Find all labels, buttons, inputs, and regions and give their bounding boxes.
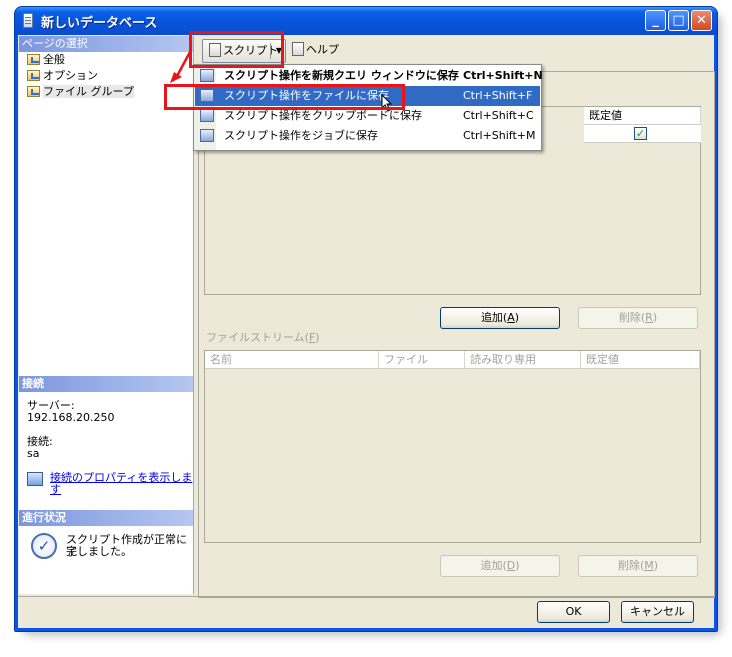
connection-properties-link[interactable]: 接続のプロパティを表示しま bbox=[50, 472, 192, 484]
page-item-options[interactable]: オプション bbox=[27, 68, 98, 83]
close-icon: ✕ bbox=[696, 13, 707, 28]
annotation-highlight-save-to-file bbox=[164, 84, 405, 110]
window-title: 新しいデータベース bbox=[41, 16, 158, 31]
add-filegroup-button[interactable]: 追加(A) bbox=[440, 307, 560, 329]
page-item-filegroups[interactable]: ファイル グループ bbox=[27, 84, 134, 99]
page-icon bbox=[27, 70, 40, 81]
query-window-icon bbox=[200, 69, 214, 82]
grid-header-default[interactable]: 既定値 bbox=[584, 107, 701, 125]
delete-filestream-button[interactable]: 削除(M) bbox=[578, 555, 698, 577]
help-button[interactable]: ヘルプ bbox=[286, 39, 345, 63]
connection-header: 接続 bbox=[19, 376, 193, 392]
add-filestream-button[interactable]: 追加(D) bbox=[440, 555, 560, 577]
menu-item-job[interactable]: スクリプト操作をジョブに保存 Ctrl+Shift+M bbox=[195, 126, 540, 146]
maximize-button[interactable]: □ bbox=[668, 10, 689, 31]
filestream-col-default[interactable]: 既定値 bbox=[581, 351, 700, 369]
job-icon bbox=[200, 129, 214, 142]
filestream-col-file[interactable]: ファイル bbox=[379, 351, 465, 369]
filestream-grid[interactable]: 名前 ファイル 読み取り専用 既定値 bbox=[204, 350, 701, 543]
title-bar[interactable]: 新しいデータベース _ □ ✕ bbox=[15, 7, 717, 35]
table-row[interactable]: ✓ bbox=[584, 125, 701, 143]
progress-message-2: 了しました。 bbox=[66, 545, 132, 558]
left-pane: ページの選択 全般 オプション ファイル グループ 接続 サーバー: 192.1… bbox=[19, 36, 194, 594]
cancel-button[interactable]: キャンセル bbox=[621, 601, 694, 623]
filestream-col-readonly[interactable]: 読み取り専用 bbox=[465, 351, 581, 369]
progress-header: 進行状況 bbox=[19, 510, 193, 526]
database-icon bbox=[23, 13, 33, 28]
clipboard-icon bbox=[200, 109, 214, 122]
footer-divider bbox=[18, 596, 714, 597]
close-button[interactable]: ✕ bbox=[691, 10, 712, 31]
page-icon bbox=[27, 54, 40, 65]
maximize-icon: □ bbox=[672, 13, 685, 28]
page-icon bbox=[27, 86, 40, 97]
menu-item-new-query-window[interactable]: スクリプト操作を新規クエリ ウィンドウに保存 Ctrl+Shift+N bbox=[195, 66, 543, 86]
page-item-general[interactable]: 全般 bbox=[27, 52, 65, 67]
minimize-icon: _ bbox=[652, 13, 659, 28]
delete-filegroup-button[interactable]: 削除(R) bbox=[578, 307, 698, 329]
filestream-col-name[interactable]: 名前 bbox=[205, 351, 379, 369]
connection-properties-icon bbox=[27, 472, 43, 486]
annotation-arrow-icon bbox=[170, 51, 192, 83]
annotation-highlight-script-button bbox=[189, 31, 284, 68]
default-checkbox[interactable]: ✓ bbox=[634, 127, 647, 140]
ok-button[interactable]: OK bbox=[537, 601, 610, 623]
success-check-icon: ✓ bbox=[31, 533, 57, 559]
filestream-section-label: ファイルストリーム(F) bbox=[206, 331, 320, 344]
server-value: 192.168.20.250 bbox=[27, 411, 115, 424]
connection-properties-link-cont[interactable]: す bbox=[50, 484, 61, 496]
minimize-button[interactable]: _ bbox=[645, 10, 666, 31]
help-icon bbox=[292, 42, 304, 56]
connection-value: sa bbox=[27, 447, 40, 460]
